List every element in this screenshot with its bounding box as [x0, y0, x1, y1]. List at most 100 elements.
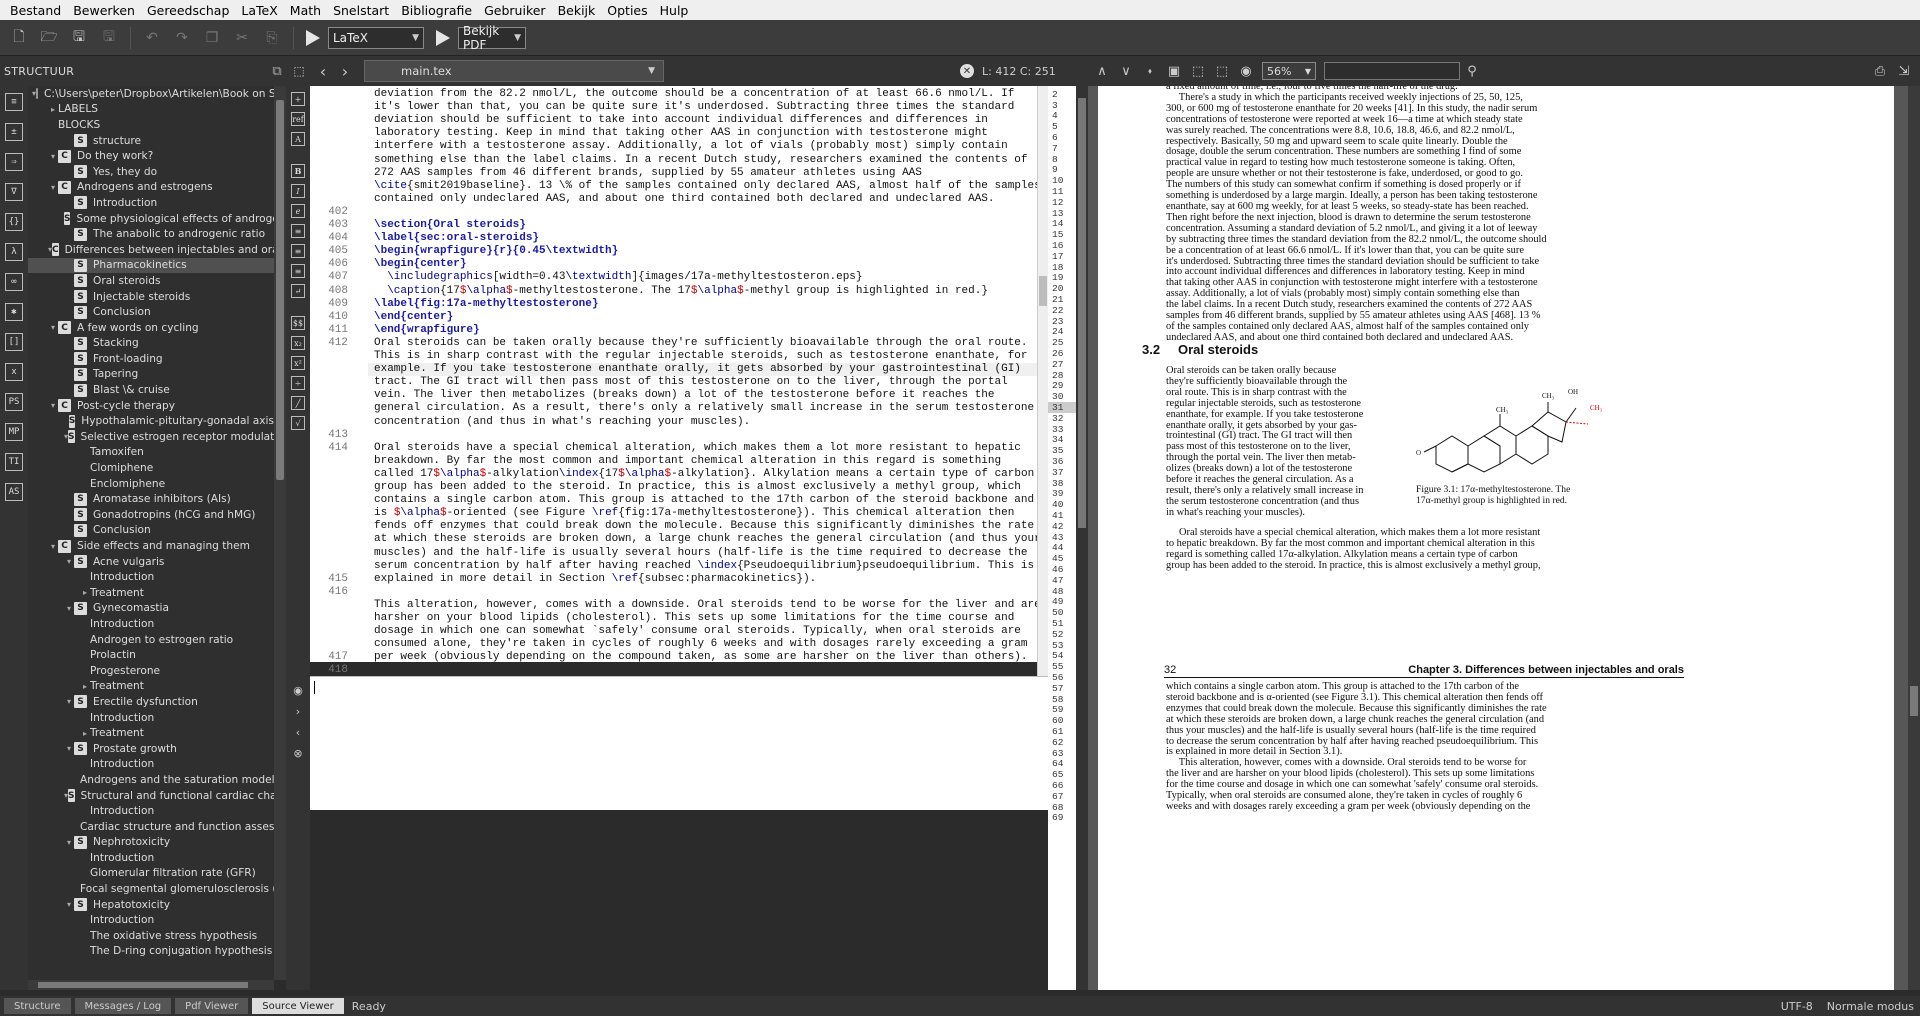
editor-line[interactable]: This alteration, however, comes with a d… [374, 599, 1037, 612]
chevron-down-icon[interactable]: ▾ [64, 557, 74, 566]
menu-bestand[interactable]: Bestand [4, 3, 67, 18]
tree-item[interactable]: ▸ Treatment [28, 679, 274, 695]
eye-icon[interactable]: ◉ [1234, 64, 1258, 79]
line-list-number[interactable]: 12 [1052, 197, 1063, 208]
tree-item[interactable]: ▾SSelective estrogen receptor modulators… [28, 429, 274, 445]
line-list-number[interactable]: 31 [1048, 402, 1076, 413]
menu-hulp[interactable]: Hulp [654, 3, 695, 18]
menu-gereedschap[interactable]: Gereedschap [141, 3, 235, 18]
dfrac-icon[interactable]: ╱ [291, 396, 305, 410]
tree-item[interactable]: Tamoxifen [28, 445, 274, 461]
back-arrow-icon[interactable]: ‹ [286, 726, 310, 739]
line-list-number[interactable]: 4 [1052, 110, 1058, 121]
align-right-icon[interactable]: ≡ [291, 264, 305, 278]
line-list-number[interactable]: 66 [1052, 780, 1063, 791]
line-list-number[interactable]: 38 [1052, 478, 1063, 489]
back-arrow-icon[interactable]: ‹ [312, 62, 334, 81]
line-list-number[interactable]: 29 [1052, 380, 1063, 391]
greek-icon[interactable]: λ [5, 243, 23, 261]
editor-line[interactable]: \end{center} [374, 311, 453, 324]
asymptote-icon[interactable]: AS [5, 483, 23, 501]
save-icon[interactable]: 🖫 [66, 25, 92, 51]
line-list-number[interactable]: 46 [1052, 564, 1063, 575]
line-list-number[interactable]: 33 [1052, 424, 1063, 435]
tree-item[interactable]: Androgens and the saturation model [28, 772, 274, 788]
file-list-icon[interactable]: ⬚ [286, 58, 312, 84]
editor-line[interactable]: at which these steroids are broken down,… [374, 533, 1037, 546]
line-list-number[interactable]: 25 [1052, 337, 1063, 348]
editor-line[interactable]: 272 AAS samples from 46 different brands… [374, 167, 922, 180]
line-list-number[interactable]: 20 [1052, 283, 1063, 294]
scroll-thumb[interactable] [38, 982, 248, 988]
float-panel-icon[interactable]: ⧉ [272, 64, 282, 79]
tree-item[interactable]: Introduction [28, 803, 274, 819]
add-icon[interactable]: + [291, 92, 305, 106]
editor-line[interactable]: it's lower than that, you can be quite s… [374, 101, 1014, 114]
tree-item[interactable]: S Hypothalamic-pituitary-gonadal axis [28, 413, 274, 429]
tree-item[interactable]: ▾ S Hepatotoxicity [28, 897, 274, 913]
line-list-number[interactable]: 65 [1052, 769, 1063, 780]
subscript-icon[interactable]: x₂ [291, 336, 305, 350]
chevron-down-icon[interactable]: ▾ [48, 542, 58, 551]
tree-item[interactable]: Clomiphene [28, 460, 274, 476]
line-list-number[interactable]: 1 [1052, 78, 1058, 89]
forward-arrow-icon[interactable]: › [286, 705, 310, 718]
line-list-number[interactable]: 40 [1052, 499, 1063, 510]
math-dollar-icon[interactable]: $$ [291, 316, 305, 330]
menu-snelstart[interactable]: Snelstart [327, 3, 395, 18]
tree-item[interactable]: Cardiac structure and function assessed … [28, 819, 274, 835]
dock-icon[interactable]: ⇲ [1892, 64, 1916, 79]
delimiters-icon[interactable]: {} [5, 213, 23, 231]
line-list-number[interactable]: 28 [1052, 370, 1063, 381]
fraction-icon[interactable]: ÷ [291, 376, 305, 390]
line-list-number[interactable]: 27 [1052, 359, 1063, 370]
chevron-down-icon[interactable]: ▾ [64, 744, 74, 753]
editor-line[interactable]: explained in more detail in Section \ref… [374, 573, 816, 586]
tree-item[interactable]: Introduction [28, 569, 274, 585]
chevron-down-icon[interactable]: ▾ [48, 401, 58, 410]
menu-latex[interactable]: LaTeX [235, 3, 283, 18]
line-list-number[interactable]: 15 [1052, 229, 1063, 240]
line-list-number[interactable]: 24 [1052, 326, 1063, 337]
bold-icon[interactable]: B [291, 164, 305, 178]
ref-icon[interactable]: ref [291, 112, 305, 126]
line-list-number[interactable]: 55 [1052, 661, 1063, 672]
tree-item[interactable]: Focal segmental glomerulosclerosis (FSGS… [28, 881, 274, 897]
newline-icon[interactable]: ↵ [291, 284, 305, 298]
line-list-number[interactable]: 11 [1052, 186, 1063, 197]
line-list-number[interactable]: 49 [1052, 596, 1063, 607]
cut-icon[interactable]: ✂ [229, 25, 255, 51]
editor-line[interactable]: muscles) and the half-life is usually se… [374, 547, 1028, 560]
tree-item[interactable]: ▸ Treatment [28, 725, 274, 741]
pdf-viewer[interactable]: a fixed amount of time, i.e., four to fi… [1088, 86, 1908, 990]
editor-line[interactable]: \caption{17$\alpha$-methyltestosterone. … [374, 285, 988, 298]
editor-line[interactable]: \section{Oral steroids} [374, 219, 526, 232]
editor-line[interactable]: dosage in which one can somewhat `safely… [374, 625, 1021, 638]
line-list-number[interactable]: 61 [1052, 726, 1063, 737]
misc-math-icon[interactable]: ∇ [5, 183, 23, 201]
fold-column[interactable] [358, 86, 368, 662]
chevron-down-icon[interactable]: ▾ [64, 900, 74, 909]
chevron-down-icon[interactable]: ▾ [48, 183, 58, 192]
tree-item[interactable]: S Blast \& cruise [28, 382, 274, 398]
search-panel[interactable] [310, 676, 1048, 810]
line-list-number[interactable]: 35 [1052, 445, 1063, 456]
tree-item[interactable]: S Stacking [28, 336, 274, 352]
tree-item[interactable]: S Injectable steroids [28, 289, 274, 305]
pdf-scrollbar[interactable] [1908, 86, 1920, 990]
menu-opties[interactable]: Opties [601, 3, 653, 18]
relation-icon[interactable]: ± [5, 123, 23, 141]
tree-item[interactable]: ▾ S Erectile dysfunction [28, 694, 274, 710]
chevron-down-icon[interactable]: ▾ [64, 697, 74, 706]
editor-line[interactable]: \end{wrapfigure} [374, 324, 480, 337]
copy-icon[interactable]: ❐ [199, 25, 225, 51]
tree-item[interactable]: BLOCKS [28, 117, 274, 133]
line-list-number[interactable]: 58 [1052, 694, 1063, 705]
undo-icon[interactable]: ↶ [139, 25, 165, 51]
tree-item[interactable]: S Conclusion [28, 304, 274, 320]
line-list-number[interactable]: 37 [1052, 467, 1063, 478]
editor-line[interactable]: serum concentration by half after having… [374, 560, 1034, 573]
page-down-icon[interactable]: ∨ [1114, 64, 1138, 79]
chevron-down-icon[interactable]: ▾ [64, 838, 74, 847]
tree-item[interactable]: Progesterone [28, 663, 274, 679]
